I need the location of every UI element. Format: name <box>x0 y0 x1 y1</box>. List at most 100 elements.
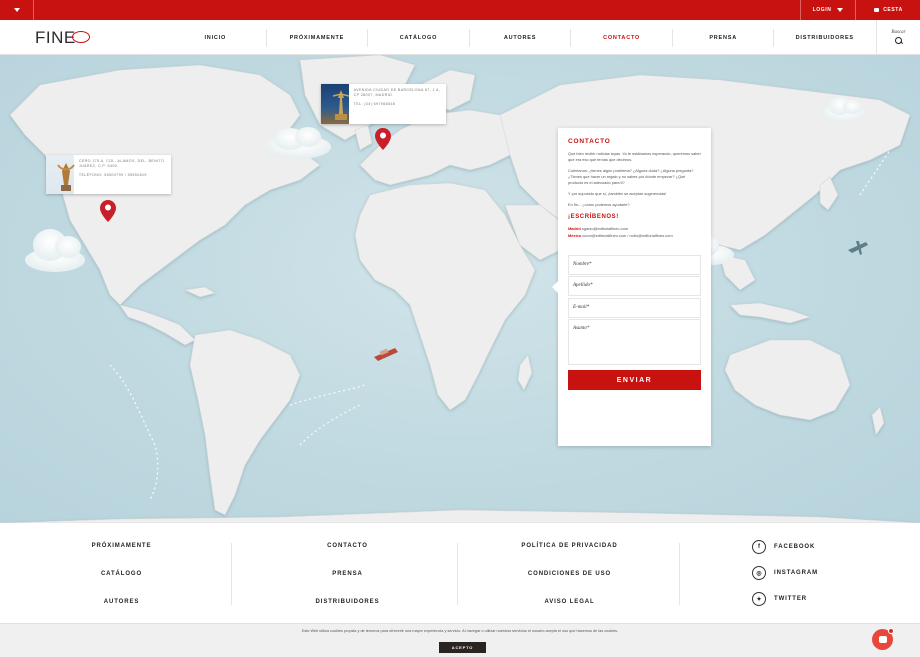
location-card-madrid: AVENIDA CIUDAD DE BARCELONA 87, 1 A, CP … <box>321 84 446 124</box>
nav-item-distribuidores[interactable]: DISTRIBUIDORES <box>774 29 875 47</box>
map-pin-madrid[interactable] <box>375 128 391 150</box>
cart-label: CESTA <box>883 7 903 13</box>
cart-button[interactable]: CESTA <box>857 0 920 20</box>
route-atlantic-2 <box>299 404 361 446</box>
chevron-down-icon <box>13 8 20 12</box>
footer-link-prensa[interactable]: PRENSA <box>332 571 362 577</box>
footer-link-contacto[interactable]: CONTACTO <box>327 543 368 549</box>
footer-column-2: CONTACTO PRENSA DISTRIBUIDORES <box>238 543 458 605</box>
email-address-mexico[interactable]: ocom@editorialfineo.com / rodio@editoria… <box>582 233 672 238</box>
monument-icon <box>332 90 350 120</box>
instagram-icon: ◎ <box>752 566 766 580</box>
contact-closing: En fin... ¿cómo podemos ayudarte? <box>568 202 630 208</box>
australia <box>724 339 851 421</box>
logo-circle-icon <box>71 31 90 43</box>
footer-link-autores[interactable]: AUTORES <box>104 599 140 605</box>
nav-item-autores[interactable]: AUTORES <box>470 29 572 47</box>
location-address-mexico: CERO 175 A, COL. ALAMOS, DEL. BENITO JUÁ… <box>78 159 165 169</box>
message-field[interactable]: Asunto* <box>568 319 701 366</box>
email-mexico: México ocom@editorialfineo.com / rodio@e… <box>568 233 701 239</box>
indonesia <box>729 302 811 324</box>
write-us-title: ¡ESCRÍBENOS! <box>568 214 619 221</box>
top-bar: LOGIN CESTA <box>0 0 920 20</box>
contact-questions: Cuéntanos: ¿tienes algún problema? ¿Algu… <box>568 168 694 186</box>
footer-link-aviso-legal[interactable]: AVISO LEGAL <box>544 599 594 605</box>
social-instagram[interactable]: ◎ INSTAGRAM <box>752 566 862 580</box>
cart-icon <box>874 8 880 12</box>
location-phone-madrid: TEL: (34) 697966838 <box>353 101 396 106</box>
facebook-label: FACEBOOK <box>774 544 816 550</box>
location-text-madrid: AVENIDA CIUDAD DE BARCELONA 87, 1 A, CP … <box>349 84 446 124</box>
location-photo-mexico <box>46 155 75 194</box>
footer-link-proximamente[interactable]: PRÓXIMAMENTE <box>92 543 152 549</box>
email-address-madrid[interactable]: sgarzo@editorialfineo.com <box>582 226 628 231</box>
nav-item-catalogo[interactable]: CATÁLOGO <box>368 29 470 47</box>
statue-icon <box>57 163 75 191</box>
world-map-graphic <box>0 55 920 523</box>
language-selector[interactable] <box>0 0 34 20</box>
plane-icon <box>848 241 868 255</box>
login-button[interactable]: LOGIN <box>800 0 856 20</box>
twitter-label: TWITTER <box>774 596 807 602</box>
british-isles <box>354 124 373 151</box>
africa <box>354 182 536 411</box>
footer-column-3: POLÍTICA DE PRIVACIDAD CONDICIONES DE US… <box>460 543 680 605</box>
chat-button[interactable] <box>872 628 894 650</box>
cookie-message: Este Web utiliza cookies propias y de te… <box>301 629 619 633</box>
map-pin-mexico[interactable] <box>100 200 116 222</box>
site-footer: PRÓXIMAMENTE CATÁLOGO AUTORES CONTACTO P… <box>0 523 920 623</box>
social-twitter[interactable]: ✦ TWITTER <box>752 592 862 606</box>
central-america <box>119 304 196 346</box>
footer-link-condiciones[interactable]: CONDICIONES DE USO <box>528 571 611 577</box>
contact-suggestions: Y por supuesto que sí, ¡también se acept… <box>568 191 667 197</box>
footer-link-privacidad[interactable]: POLÍTICA DE PRIVACIDAD <box>521 543 617 549</box>
contact-form: Nombre* Apellido* E-mail* Asunto* ENVIAR <box>568 254 701 391</box>
search-label: Buscar <box>891 30 906 35</box>
email-city-mexico: México <box>568 232 582 238</box>
nav-item-contacto[interactable]: CONTACTO <box>571 29 673 47</box>
logo[interactable]: FINE <box>35 28 90 48</box>
contact-intro: Qué bien recibir noticias tuyas. Ya te e… <box>568 151 701 163</box>
south-america <box>189 329 301 516</box>
name-field[interactable]: Nombre* <box>568 254 701 275</box>
contact-panel: CONTACTO Qué bien recibir noticias tuyas… <box>552 128 711 446</box>
route-atlantic-1 <box>289 384 366 406</box>
location-text-mexico: CERO 175 A, COL. ALAMOS, DEL. BENITO JUÁ… <box>74 155 171 194</box>
antarctica <box>0 509 920 523</box>
location-photo-madrid <box>321 84 350 124</box>
facebook-icon: f <box>752 540 766 554</box>
madagascar <box>517 354 533 391</box>
chat-icon <box>878 636 887 643</box>
nav-item-inicio[interactable]: INICIO <box>165 29 267 47</box>
chevron-down-icon <box>837 8 844 12</box>
instagram-label: INSTAGRAM <box>774 570 818 576</box>
social-facebook[interactable]: f FACEBOOK <box>752 540 862 554</box>
login-label: LOGIN <box>812 7 832 13</box>
nav-item-prensa[interactable]: PRENSA <box>673 29 775 47</box>
notification-dot <box>888 628 894 634</box>
search-icon <box>894 37 903 45</box>
footer-link-distribuidores[interactable]: DISTRIBUIDORES <box>316 599 380 605</box>
email-city-madrid: Madrid <box>568 226 581 232</box>
location-card-mexico: CERO 175 A, COL. ALAMOS, DEL. BENITO JUÁ… <box>46 155 171 194</box>
location-address-madrid: AVENIDA CIUDAD DE BARCELONA 87, 1 A, CP … <box>353 88 441 98</box>
nav-item-proximamente[interactable]: PRÓXIMAMENTE <box>267 29 369 47</box>
main-nav: INICIO PRÓXIMAMENTE CATÁLOGO AUTORES CON… <box>165 29 875 47</box>
continents <box>0 55 920 523</box>
email-field[interactable]: E-mail* <box>568 297 701 318</box>
location-phone-mexico: TELÉFONO: 55500799 / 55550819 <box>78 172 147 177</box>
send-button[interactable]: ENVIAR <box>568 370 701 391</box>
contact-title: CONTACTO <box>568 138 611 145</box>
ship-icon <box>374 348 398 361</box>
new-zealand <box>871 406 885 436</box>
site-header: FINE INICIO PRÓXIMAMENTE CATÁLOGO AUTORE… <box>0 20 920 55</box>
surname-field[interactable]: Apellido* <box>568 276 701 297</box>
footer-column-1: PRÓXIMAMENTE CATÁLOGO AUTORES <box>12 543 232 605</box>
logo-text: FINE <box>35 28 76 47</box>
twitter-icon: ✦ <box>752 592 766 606</box>
caribbean <box>183 286 216 298</box>
cookie-accept-button[interactable]: ACEPTO <box>439 642 486 653</box>
search-button[interactable]: Buscar <box>876 20 920 55</box>
footer-link-catalogo[interactable]: CATÁLOGO <box>101 571 142 577</box>
cloud-pacific-east <box>25 229 85 272</box>
